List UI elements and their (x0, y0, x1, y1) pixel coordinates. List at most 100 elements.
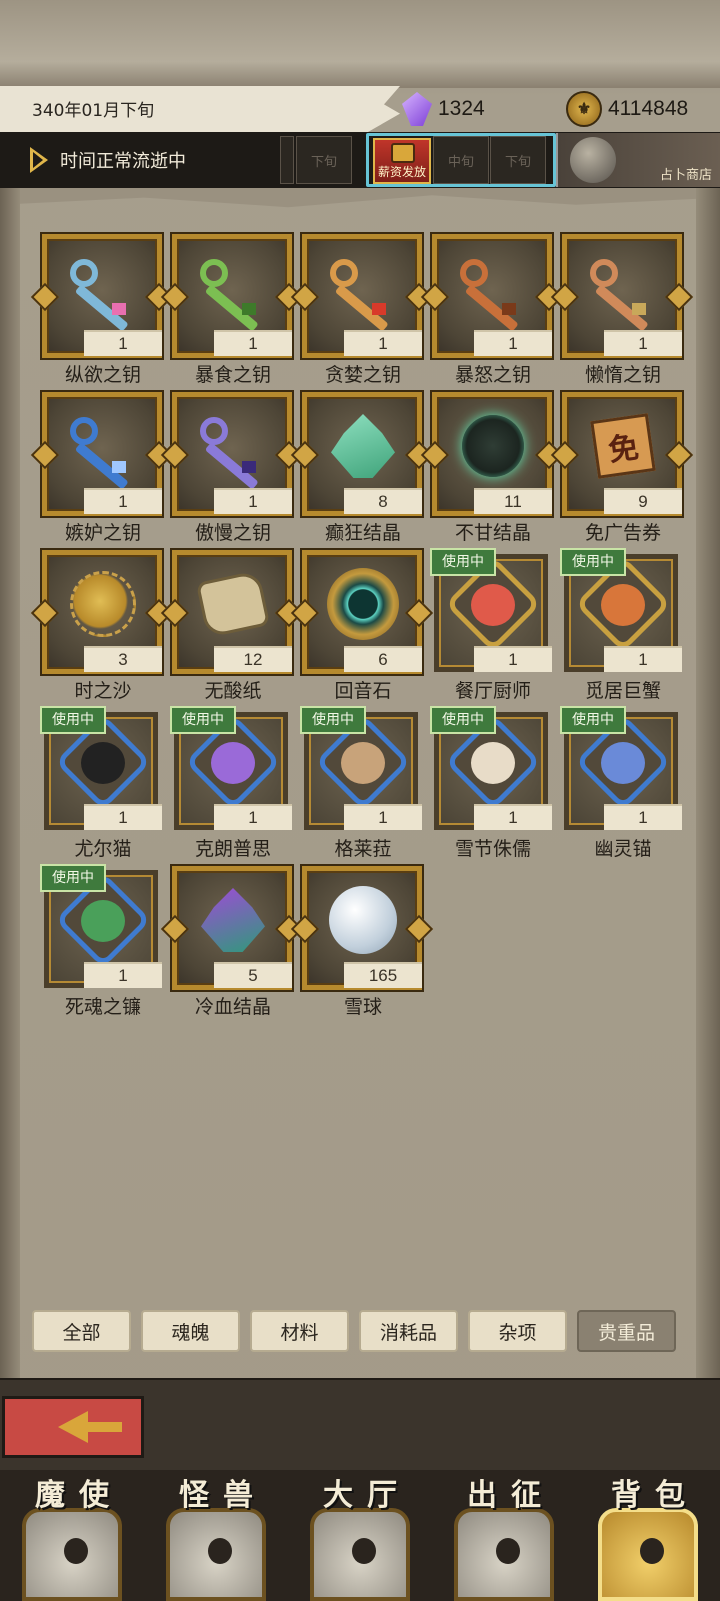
item-count: 1 (474, 804, 552, 830)
gem-counter[interactable]: 1324 (402, 92, 485, 126)
crystal-ball-icon (570, 137, 616, 183)
item-count: 1 (214, 488, 292, 514)
emblem-center (640, 1538, 664, 1564)
item-count: 1 (344, 330, 422, 356)
in-use-badge: 使用中 (430, 706, 496, 734)
back-arrow-icon (58, 1411, 122, 1443)
inventory-item[interactable]: 11 不甘结晶 (428, 390, 558, 548)
backpack-emblem-icon (598, 1508, 698, 1601)
inventory-item[interactable]: 使用中 1 雪节侏儒 (428, 706, 558, 864)
timeline-segment-prev (280, 136, 294, 184)
timeline-segment-mid: 中旬 (433, 136, 489, 184)
item-count: 1 (474, 330, 552, 356)
snowball-icon (329, 886, 397, 954)
inventory-item[interactable]: 使用中 1 觅居巨蟹 (558, 548, 688, 706)
app-root: 340年01月下旬 1324 ⚜ 4114848 时间正常流逝中 下旬 薪资发放… (0, 0, 720, 1601)
item-name: 免广告券 (584, 522, 661, 544)
item-count: 1 (344, 804, 422, 830)
item-count: 1 (84, 962, 162, 988)
item-name: 死魂之镰 (64, 996, 141, 1018)
tab-souls[interactable]: 魂魄 (141, 1310, 240, 1352)
in-use-badge: 使用中 (560, 706, 626, 734)
item-count: 1 (84, 488, 162, 514)
inventory-item[interactable]: 1 傲慢之钥 (168, 390, 298, 548)
filter-tabs: 全部 魂魄 材料 消耗品 杂项 贵重品 (32, 1310, 688, 1356)
item-name: 尤尔猫 (74, 838, 132, 860)
nav-item-expedition[interactable]: 出征 (432, 1470, 576, 1601)
top-banner-decoration (0, 0, 720, 88)
inventory-item[interactable]: 使用中 1 克朗普思 (168, 706, 298, 864)
inventory-item[interactable]: 12 无酸纸 (168, 548, 298, 706)
play-icon[interactable] (30, 147, 48, 173)
tab-all[interactable]: 全部 (32, 1310, 131, 1352)
payday-button[interactable]: 薪资发放 (373, 138, 431, 184)
gold-counter[interactable]: ⚜ 4114848 (566, 91, 689, 127)
key-icon (458, 253, 528, 332)
key-icon (68, 411, 138, 490)
inventory-item[interactable]: 8 癫狂结晶 (298, 390, 428, 548)
item-name: 傲慢之钥 (194, 522, 271, 544)
item-count: 1 (604, 804, 682, 830)
inventory-item[interactable]: 使用中 1 格莱菈 (298, 706, 428, 864)
nav-item-monster[interactable]: 怪兽 (144, 1470, 288, 1601)
nav-item-hall[interactable]: 大厅 (288, 1470, 432, 1601)
item-name: 格莱菈 (334, 838, 392, 860)
inventory-item[interactable]: 1 懒惰之钥 (558, 232, 688, 390)
inventory-item[interactable]: 5 冷血结晶 (168, 864, 298, 1022)
nav-label: 怪兽 (179, 1478, 267, 1513)
item-count: 12 (214, 646, 292, 672)
item-name: 暴怒之钥 (454, 364, 531, 386)
nav-item-envoy[interactable]: 魔使 (0, 1470, 144, 1601)
right-wall-decoration (696, 188, 720, 1398)
tab-misc[interactable]: 杂项 (468, 1310, 567, 1352)
tab-valuables[interactable]: 贵重品 (577, 1310, 676, 1352)
inventory-item[interactable]: 1 贪婪之钥 (298, 232, 428, 390)
key-icon (68, 253, 138, 332)
item-name: 不甘结晶 (454, 522, 531, 544)
inventory-item[interactable]: 使用中 1 幽灵锚 (558, 706, 688, 864)
inventory-item[interactable]: 使用中 1 尤尔猫 (38, 706, 168, 864)
inventory-item[interactable]: 使用中 1 餐厅厨师 (428, 548, 558, 706)
emblem-center (208, 1538, 232, 1564)
sand-swirl-icon (70, 571, 136, 637)
gold-amount: 4114848 (608, 97, 689, 120)
item-count: 3 (84, 646, 162, 672)
inventory-item[interactable]: 6 回音石 (298, 548, 428, 706)
item-name: 克朗普思 (194, 838, 271, 860)
in-use-badge: 使用中 (430, 548, 496, 576)
hall-emblem-icon (310, 1508, 410, 1601)
in-use-badge: 使用中 (40, 864, 106, 892)
inventory-item[interactable]: 1 暴食之钥 (168, 232, 298, 390)
item-name: 懒惰之钥 (584, 364, 661, 386)
in-use-badge: 使用中 (560, 548, 626, 576)
tab-consumables[interactable]: 消耗品 (359, 1310, 458, 1352)
emblem-center (352, 1538, 376, 1564)
item-name: 癫狂结晶 (324, 522, 401, 544)
in-use-badge: 使用中 (40, 706, 106, 734)
fortune-shop-button[interactable]: 占卜商店 (556, 133, 720, 187)
gem-icon (402, 92, 432, 126)
item-count: 1 (604, 330, 682, 356)
game-date: 340年01月下旬 (32, 101, 155, 121)
inventory-item[interactable]: 1 暴怒之钥 (428, 232, 558, 390)
nav-item-backpack[interactable]: 背包 (576, 1470, 720, 1601)
item-name: 雪节侏儒 (454, 838, 531, 860)
inventory-item[interactable]: 1 嫉妒之钥 (38, 390, 168, 548)
item-count: 9 (604, 488, 682, 514)
inventory-item[interactable]: 3 时之沙 (38, 548, 168, 706)
inventory-item[interactable]: 1 纵欲之钥 (38, 232, 168, 390)
inventory-item[interactable]: 165 雪球 (298, 864, 428, 1022)
time-status: 时间正常流逝中 (60, 151, 186, 172)
item-name: 纵欲之钥 (64, 364, 141, 386)
item-name: 时之沙 (74, 680, 132, 702)
in-use-badge: 使用中 (300, 706, 366, 734)
key-icon (588, 253, 658, 332)
item-name: 幽灵锚 (594, 838, 652, 860)
crystal-icon (331, 414, 395, 478)
key-icon (198, 411, 268, 490)
tab-materials[interactable]: 材料 (250, 1310, 349, 1352)
back-button[interactable] (2, 1396, 144, 1458)
timeline-segment-late-prev: 下旬 (296, 136, 352, 184)
inventory-item[interactable]: 免 9 免广告券 (558, 390, 688, 548)
inventory-item[interactable]: 使用中 1 死魂之镰 (38, 864, 168, 1022)
